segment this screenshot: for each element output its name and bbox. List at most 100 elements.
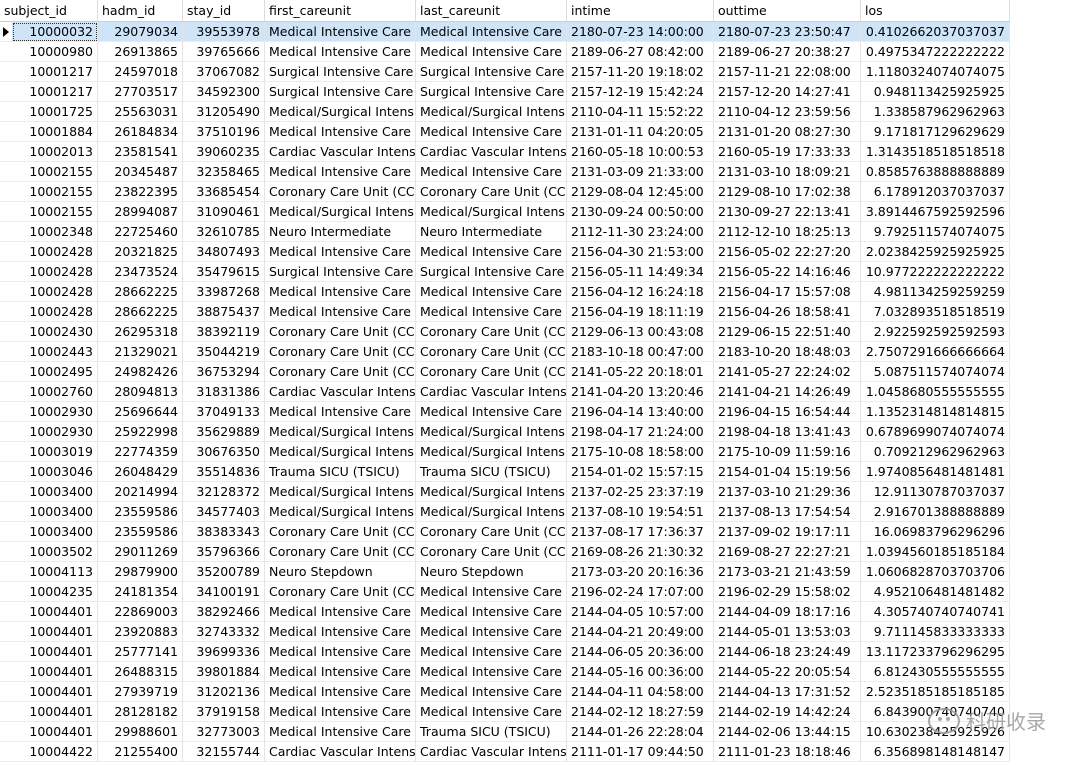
cell-los[interactable]: 4.305740740740741 xyxy=(861,602,1010,622)
cell-intime[interactable]: 2189-06-27 08:42:00 xyxy=(567,42,714,62)
cell-outtime[interactable]: 2112-12-10 18:25:13 xyxy=(714,222,861,242)
cell-hadm-id[interactable]: 27703517 xyxy=(98,82,183,102)
cell-subject-id[interactable]: 10002428 xyxy=(12,282,98,302)
cell-subject-id[interactable]: 10002013 xyxy=(12,142,98,162)
cell-stay-id[interactable]: 36753294 xyxy=(183,362,265,382)
cell-intime[interactable]: 2129-06-13 00:43:08 xyxy=(567,322,714,342)
cell-stay-id[interactable]: 37919158 xyxy=(183,702,265,722)
cell-los[interactable]: 16.06983796296296 xyxy=(861,522,1010,542)
cell-hadm-id[interactable]: 24181354 xyxy=(98,582,183,602)
row-indicator[interactable] xyxy=(0,662,12,682)
cell-subject-id[interactable]: 10003502 xyxy=(12,542,98,562)
cell-last-careunit[interactable]: Trauma SICU (TSICU) xyxy=(416,722,567,742)
cell-outtime[interactable]: 2137-03-10 21:29:36 xyxy=(714,482,861,502)
cell-first-careunit[interactable]: Coronary Care Unit (CCU xyxy=(265,322,416,342)
table-row[interactable]: 10002443 21329021 35044219 Coronary Care Un… xyxy=(0,342,1080,362)
cell-los[interactable]: 1.3143518518518518 xyxy=(861,142,1010,162)
cell-outtime[interactable]: 2157-12-20 14:27:41 xyxy=(714,82,861,102)
cell-outtime[interactable]: 2131-01-20 08:27:30 xyxy=(714,122,861,142)
table-row[interactable]: 10003502 29011269 35796366 Coronary Care Un… xyxy=(0,542,1080,562)
cell-first-careunit[interactable]: Medical Intensive Care U xyxy=(265,662,416,682)
cell-los[interactable]: 9.711145833333333 xyxy=(861,622,1010,642)
cell-outtime[interactable]: 2169-08-27 22:27:21 xyxy=(714,542,861,562)
cell-last-careunit[interactable]: Medical Intensive Care U xyxy=(416,402,567,422)
row-indicator[interactable] xyxy=(0,702,12,722)
cell-los[interactable]: 1.338587962962963 xyxy=(861,102,1010,122)
row-indicator[interactable] xyxy=(0,262,12,282)
cell-last-careunit[interactable]: Medical Intensive Care U xyxy=(416,42,567,62)
cell-intime[interactable]: 2137-08-10 19:54:51 xyxy=(567,502,714,522)
table-row[interactable]: 10003046 26048429 35514836 Trauma SICU (TSI… xyxy=(0,462,1080,482)
cell-intime[interactable]: 2157-11-20 19:18:02 xyxy=(567,62,714,82)
row-indicator[interactable] xyxy=(0,282,12,302)
table-row[interactable]: 10002930 25922998 35629889 Medical/Surgical… xyxy=(0,422,1080,442)
cell-subject-id[interactable]: 10001217 xyxy=(12,62,98,82)
cell-first-careunit[interactable]: Coronary Care Unit (CCU xyxy=(265,542,416,562)
cell-hadm-id[interactable]: 23559586 xyxy=(98,522,183,542)
table-row[interactable]: 10001884 26184834 37510196 Medical Intensiv… xyxy=(0,122,1080,142)
cell-intime[interactable]: 2131-01-11 04:20:05 xyxy=(567,122,714,142)
cell-last-careunit[interactable]: Medical/Surgical Intensiv xyxy=(416,502,567,522)
cell-subject-id[interactable]: 10004401 xyxy=(12,662,98,682)
cell-hadm-id[interactable]: 28128182 xyxy=(98,702,183,722)
table-row[interactable]: 10004401 25777141 39699336 Medical Intensiv… xyxy=(0,642,1080,662)
cell-los[interactable]: 1.1180324074074075 xyxy=(861,62,1010,82)
cell-first-careunit[interactable]: Medical Intensive Care U xyxy=(265,42,416,62)
cell-hadm-id[interactable]: 25922998 xyxy=(98,422,183,442)
cell-stay-id[interactable]: 37510196 xyxy=(183,122,265,142)
cell-intime[interactable]: 2156-04-12 16:24:18 xyxy=(567,282,714,302)
cell-first-careunit[interactable]: Coronary Care Unit (CCU xyxy=(265,342,416,362)
cell-subject-id[interactable]: 10003046 xyxy=(12,462,98,482)
row-indicator[interactable] xyxy=(0,722,12,742)
col-header-stay-id[interactable]: stay_id xyxy=(183,0,265,22)
cell-outtime[interactable]: 2189-06-27 20:38:27 xyxy=(714,42,861,62)
table-row[interactable]: 10004401 22869003 38292466 Medical Intensiv… xyxy=(0,602,1080,622)
cell-intime[interactable]: 2169-08-26 21:30:32 xyxy=(567,542,714,562)
table-row[interactable]: 10004401 28128182 37919158 Medical Intensiv… xyxy=(0,702,1080,722)
cell-hadm-id[interactable]: 22725460 xyxy=(98,222,183,242)
cell-hadm-id[interactable]: 24982426 xyxy=(98,362,183,382)
cell-subject-id[interactable]: 10002930 xyxy=(12,422,98,442)
cell-hadm-id[interactable]: 27939719 xyxy=(98,682,183,702)
cell-intime[interactable]: 2196-04-14 13:40:00 xyxy=(567,402,714,422)
table-row[interactable]: 10002428 28662225 33987268 Medical Intensiv… xyxy=(0,282,1080,302)
cell-stay-id[interactable]: 35479615 xyxy=(183,262,265,282)
cell-outtime[interactable]: 2141-05-27 22:24:02 xyxy=(714,362,861,382)
cell-subject-id[interactable]: 10004401 xyxy=(12,602,98,622)
cell-first-careunit[interactable]: Medical Intensive Care U xyxy=(265,722,416,742)
cell-stay-id[interactable]: 39060235 xyxy=(183,142,265,162)
cell-last-careunit[interactable]: Neuro Stepdown xyxy=(416,562,567,582)
cell-intime[interactable]: 2196-02-24 17:07:00 xyxy=(567,582,714,602)
cell-hadm-id[interactable]: 28994087 xyxy=(98,202,183,222)
cell-subject-id[interactable]: 10002430 xyxy=(12,322,98,342)
table-row[interactable]: 10004401 27939719 31202136 Medical Intensiv… xyxy=(0,682,1080,702)
cell-first-careunit[interactable]: Coronary Care Unit (CCU xyxy=(265,362,416,382)
cell-intime[interactable]: 2144-01-26 22:28:04 xyxy=(567,722,714,742)
col-header-intime[interactable]: intime xyxy=(567,0,714,22)
cell-outtime[interactable]: 2156-05-02 22:27:20 xyxy=(714,242,861,262)
table-row[interactable]: 10002428 20321825 34807493 Medical Intensiv… xyxy=(0,242,1080,262)
cell-los[interactable]: 0.4975347222222222 xyxy=(861,42,1010,62)
cell-last-careunit[interactable]: Coronary Care Unit (CCU xyxy=(416,522,567,542)
cell-last-careunit[interactable]: Neuro Intermediate xyxy=(416,222,567,242)
table-row[interactable]: 10002155 23822395 33685454 Coronary Care Un… xyxy=(0,182,1080,202)
cell-subject-id[interactable]: 10004113 xyxy=(12,562,98,582)
table-row[interactable]: 10004113 29879900 35200789 Neuro Stepdown Ne… xyxy=(0,562,1080,582)
cell-first-careunit[interactable]: Trauma SICU (TSICU) xyxy=(265,462,416,482)
cell-subject-id[interactable]: 10002155 xyxy=(12,202,98,222)
cell-last-careunit[interactable]: Coronary Care Unit (CCU xyxy=(416,362,567,382)
cell-intime[interactable]: 2198-04-17 21:24:00 xyxy=(567,422,714,442)
cell-subject-id[interactable]: 10002760 xyxy=(12,382,98,402)
cell-intime[interactable]: 2129-08-04 12:45:00 xyxy=(567,182,714,202)
cell-first-careunit[interactable]: Cardiac Vascular Intensiv xyxy=(265,742,416,762)
cell-subject-id[interactable]: 10000980 xyxy=(12,42,98,62)
cell-stay-id[interactable]: 32610785 xyxy=(183,222,265,242)
row-indicator[interactable] xyxy=(0,422,12,442)
table-row[interactable]: 10002155 28994087 31090461 Medical/Surgical… xyxy=(0,202,1080,222)
cell-intime[interactable]: 2173-03-20 20:16:36 xyxy=(567,562,714,582)
cell-last-careunit[interactable]: Medical Intensive Care U xyxy=(416,282,567,302)
cell-last-careunit[interactable]: Surgical Intensive Care U xyxy=(416,262,567,282)
table-row[interactable]: 10000032 29079034 39553978 Medical Intensiv… xyxy=(0,22,1080,42)
cell-hadm-id[interactable]: 23581541 xyxy=(98,142,183,162)
row-indicator[interactable] xyxy=(0,742,12,762)
